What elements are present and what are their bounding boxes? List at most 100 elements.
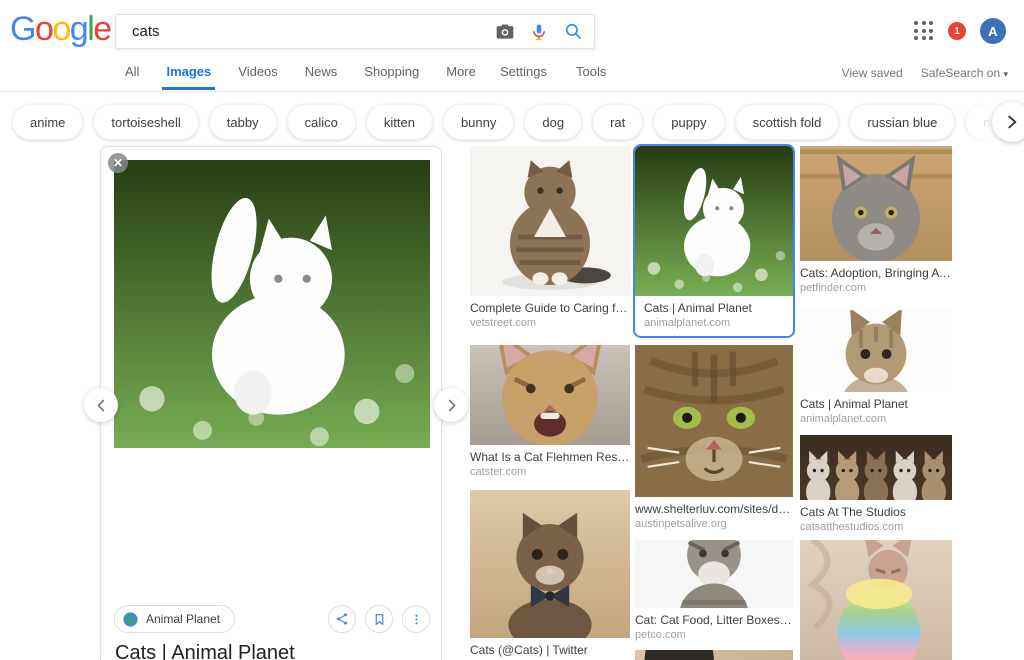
result-thumbnail[interactable] <box>800 435 952 500</box>
result-item[interactable]: What Is a Cat Flehmen Response… catster.c… <box>470 345 630 478</box>
view-saved-link[interactable]: View saved <box>842 66 903 80</box>
preview-title: Cats | Animal Planet <box>115 642 295 660</box>
result-domain: petco.com <box>635 629 793 641</box>
result-title: What Is a Cat Flehmen Response… <box>470 450 630 464</box>
chip-bunny[interactable]: bunny <box>443 104 514 140</box>
preview-actions <box>328 605 430 633</box>
result-caption: www.shelterluv.com/sites/defaul… austinpe… <box>635 502 793 530</box>
result-title: www.shelterluv.com/sites/defaul… <box>635 502 793 516</box>
saved-group: View saved SafeSearch on ▾ <box>842 66 1008 80</box>
search-bar <box>115 14 595 49</box>
result-item[interactable]: Cats At The Studios catsatthestudios.com <box>800 435 952 533</box>
result-thumbnail[interactable] <box>635 650 793 660</box>
chip-tortoiseshell[interactable]: tortoiseshell <box>93 104 198 140</box>
result-caption: Cats | Animal Planet animalplanet.com <box>635 301 793 329</box>
next-image-button[interactable] <box>434 388 468 422</box>
chip-anime[interactable]: anime <box>12 104 83 140</box>
result-item[interactable]: Complete Guide to Caring for Cat… vetstre… <box>470 146 630 329</box>
result-thumbnail[interactable] <box>635 345 793 497</box>
header-right: 1 A <box>914 18 1006 44</box>
source-label: Animal Planet <box>146 612 220 626</box>
result-caption: Cat: Cat Food, Litter Boxes and … petco.c… <box>635 613 793 641</box>
apps-grid-icon[interactable] <box>914 21 934 41</box>
search-icon[interactable] <box>556 15 590 49</box>
result-domain: catster.com <box>470 466 630 478</box>
result-thumbnail[interactable] <box>470 146 630 296</box>
result-title: Cats | Animal Planet <box>644 301 784 315</box>
chip-russian-blue[interactable]: russian blue <box>849 104 955 140</box>
tab-images[interactable]: Images <box>166 64 211 90</box>
tab-news[interactable]: News <box>305 64 338 90</box>
logo-letter: o <box>52 10 69 48</box>
bookmark-button[interactable] <box>365 605 393 633</box>
tab-more[interactable]: More <box>446 64 476 90</box>
chip-dog[interactable]: dog <box>524 104 582 140</box>
tab-shopping[interactable]: Shopping <box>364 64 419 90</box>
result-caption: Cats At The Studios catsatthestudios.com <box>800 505 952 533</box>
result-thumbnail[interactable] <box>800 540 952 660</box>
globe-icon <box>122 611 139 628</box>
result-thumbnail[interactable] <box>470 345 630 445</box>
tab-videos[interactable]: Videos <box>238 64 278 90</box>
result-domain: animalplanet.com <box>644 317 784 329</box>
result-caption: Cats | Animal Planet animalplanet.com <box>800 397 952 425</box>
more-options-button[interactable] <box>402 605 430 633</box>
close-icon[interactable]: ✕ <box>108 153 128 173</box>
previous-image-button[interactable] <box>84 388 118 422</box>
result-item[interactable]: Cats | Animal Planet animalplanet.com <box>800 310 952 425</box>
result-thumbnail[interactable] <box>800 146 952 261</box>
bookmark-icon <box>373 613 386 626</box>
result-caption: What Is a Cat Flehmen Response… catster.c… <box>470 450 630 478</box>
result-title: Cats (@Cats) | Twitter <box>470 643 630 657</box>
google-logo[interactable]: Google <box>10 10 111 49</box>
result-title: Cats | Animal Planet <box>800 397 952 411</box>
result-caption: Complete Guide to Caring for Cat… vetstre… <box>470 301 630 329</box>
search-tabs: All Images Videos News Shopping More <box>125 64 476 90</box>
tools-button[interactable]: Tools <box>576 64 606 79</box>
result-thumbnail[interactable] <box>635 540 793 608</box>
result-item[interactable] <box>800 540 952 660</box>
kebab-icon <box>410 613 423 626</box>
result-item[interactable] <box>635 650 793 660</box>
result-thumbnail[interactable] <box>635 146 793 296</box>
tab-all[interactable]: All <box>125 64 139 90</box>
result-title: Cats At The Studios <box>800 505 952 519</box>
result-title: Cat: Cat Food, Litter Boxes and … <box>635 613 793 627</box>
result-item[interactable]: Cats (@Cats) | Twitter <box>470 490 630 657</box>
result-domain: petfinder.com <box>800 282 952 294</box>
avatar[interactable]: A <box>980 18 1006 44</box>
result-item[interactable]: Cats: Adoption, Bringing A Cat H…petfind… <box>800 146 952 294</box>
result-item-selected[interactable]: Cats | Animal Planet animalplanet.com <box>633 144 795 338</box>
result-domain: austinpetsalive.org <box>635 518 793 530</box>
mic-icon[interactable] <box>522 15 556 49</box>
result-thumbnail[interactable] <box>800 310 952 392</box>
camera-icon[interactable] <box>488 15 522 49</box>
source-pill[interactable]: Animal Planet <box>114 605 235 633</box>
result-domain: catsatthestudios.com <box>800 521 952 533</box>
chip-puppy[interactable]: puppy <box>653 104 724 140</box>
result-item[interactable]: Cat: Cat Food, Litter Boxes and … petco.c… <box>635 540 793 641</box>
result-title: Complete Guide to Caring for Cat… <box>470 301 630 315</box>
result-item[interactable]: www.shelterluv.com/sites/defaul… austinpe… <box>635 345 793 530</box>
chip-rat[interactable]: rat <box>592 104 643 140</box>
chips-scroll-right-button[interactable] <box>992 102 1024 142</box>
caret-down-icon: ▾ <box>1003 69 1008 79</box>
settings-button[interactable]: Settings <box>500 64 547 79</box>
notification-badge[interactable]: 1 <box>948 22 966 40</box>
share-button[interactable] <box>328 605 356 633</box>
chip-tabby[interactable]: tabby <box>209 104 277 140</box>
logo-letter: e <box>93 10 110 48</box>
chip-kitten[interactable]: kitten <box>366 104 433 140</box>
chip-calico[interactable]: calico <box>287 104 356 140</box>
preview-image[interactable] <box>114 160 430 448</box>
search-input[interactable] <box>116 23 488 40</box>
preview-source-row: Animal Planet <box>114 605 430 633</box>
image-preview-panel: ✕ Animal Planet <box>100 146 442 660</box>
header: Google 1 A All Images Videos News Shopping Mo… <box>0 0 1024 92</box>
safesearch-toggle[interactable]: SafeSearch on ▾ <box>921 66 1008 80</box>
result-thumbnail[interactable] <box>470 490 630 638</box>
result-domain: animalplanet.com <box>800 413 952 425</box>
result-domain: vetstreet.com <box>470 317 630 329</box>
chip-scottish-fold[interactable]: scottish fold <box>735 104 840 140</box>
share-icon <box>335 612 349 626</box>
